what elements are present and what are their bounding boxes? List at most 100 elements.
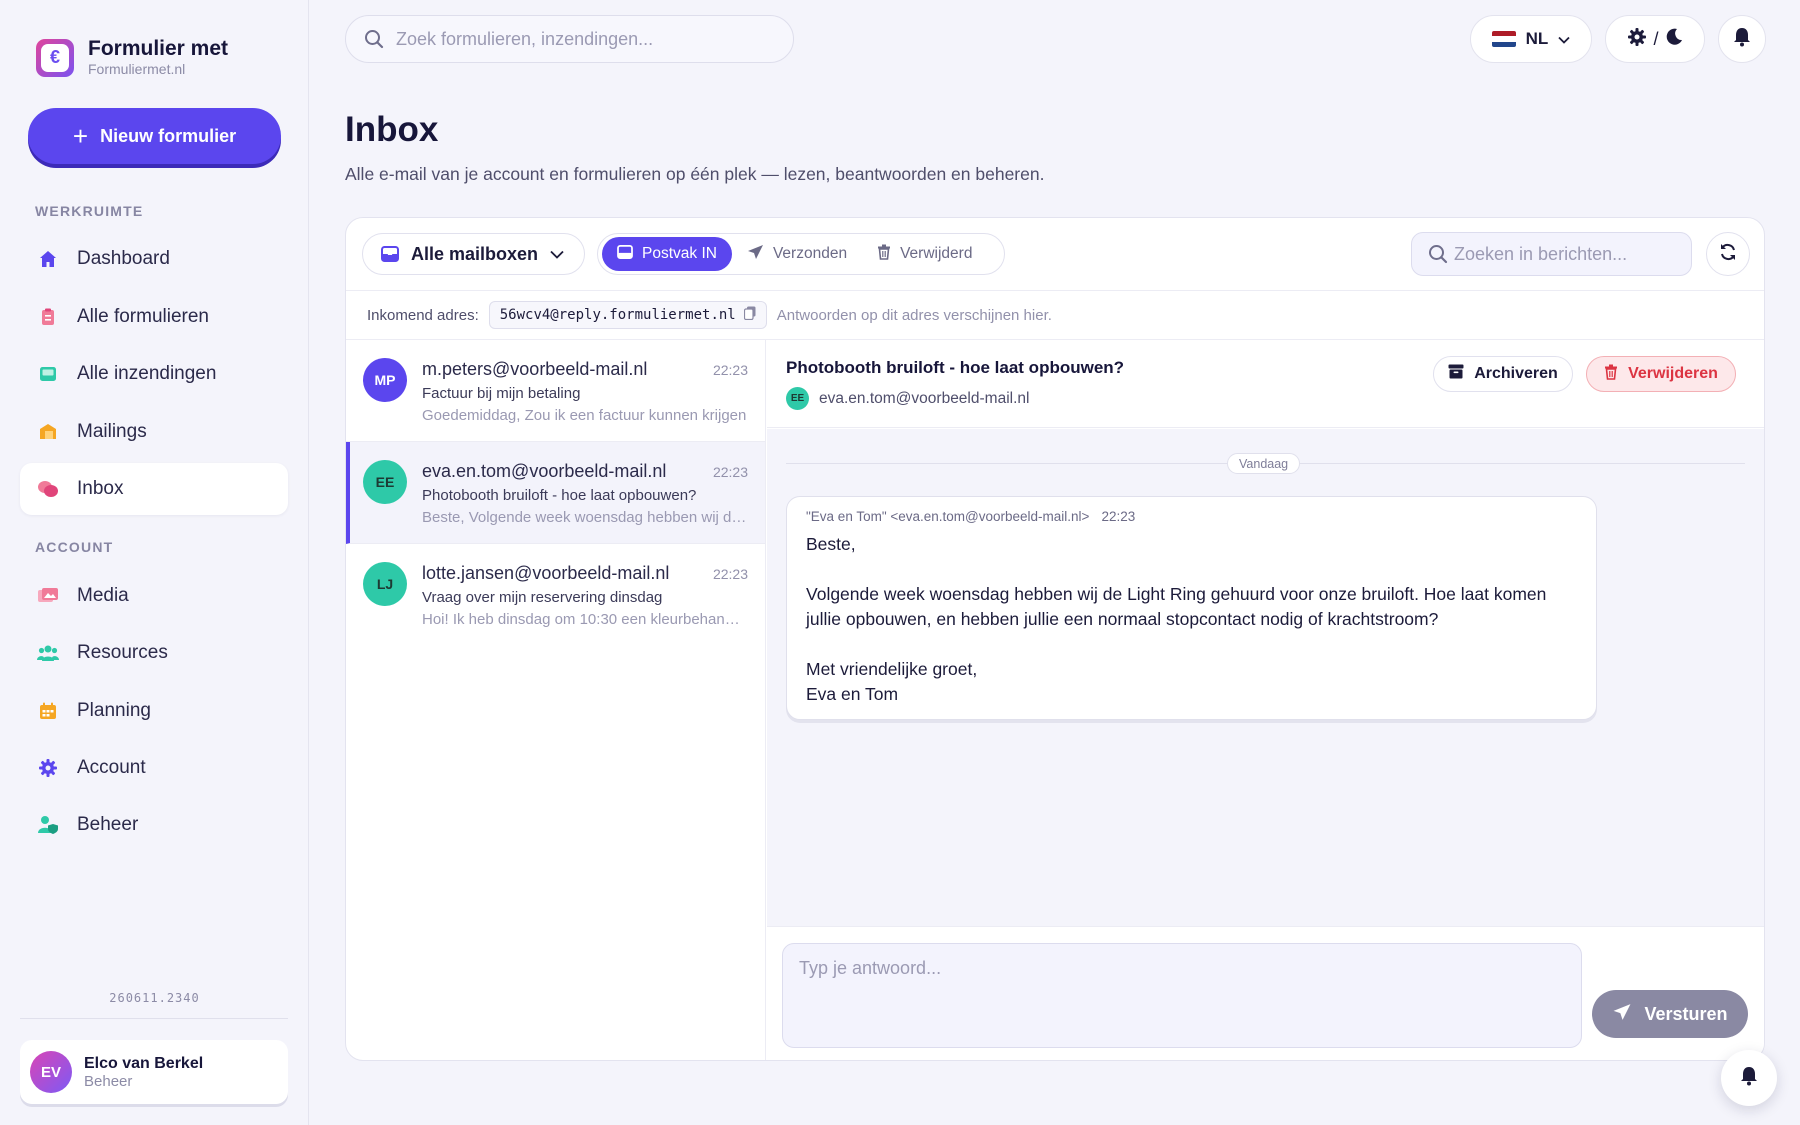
sidebar-item-mailings[interactable]: Mailings (20, 406, 288, 458)
bell-icon (1740, 1066, 1758, 1091)
sidebar-divider (20, 1018, 288, 1019)
sidebar-item-account[interactable]: Account (20, 742, 288, 794)
netherlands-flag-icon (1491, 31, 1516, 47)
archive-button[interactable]: Archiveren (1433, 356, 1573, 392)
global-search-input[interactable] (396, 28, 756, 50)
mailbox-select[interactable]: Alle mailboxen (362, 233, 585, 275)
reader-from-address: eva.en.tom@voorbeeld-mail.nl (819, 389, 1030, 407)
message-thread: Vandaag "Eva en Tom" <eva.en.tom@voorbee… (767, 429, 1764, 926)
send-button[interactable]: Versturen (1592, 990, 1748, 1038)
app-version: 260611.2340 (109, 991, 200, 1005)
language-code: NL (1525, 29, 1549, 48)
message-search-input[interactable] (1454, 243, 1674, 265)
users-group-icon (37, 642, 59, 664)
message-time: 22:23 (712, 362, 748, 378)
day-label: Vandaag (1227, 453, 1301, 474)
sidebar-item-dashboard[interactable]: Dashboard (20, 233, 288, 285)
delete-button[interactable]: Verwijderen (1586, 356, 1736, 392)
clipboard-icon (37, 306, 59, 328)
inbox-tray-icon (37, 363, 59, 385)
message-subject: Vraag over mijn reservering dinsdag (422, 589, 663, 606)
incoming-address[interactable]: 56wcv4@reply.formuliermet.nl (488, 301, 767, 329)
sidebar-item-label: Media (77, 585, 129, 606)
chat-bubbles-icon (37, 478, 59, 500)
sidebar-item-beheer[interactable]: Beheer (20, 799, 288, 851)
home-icon (37, 248, 59, 270)
mailbox-select-value: Alle mailboxen (411, 243, 539, 264)
refresh-button[interactable] (1706, 232, 1750, 276)
tab-verzonden[interactable]: Verzonden (732, 237, 862, 271)
sidebar-item-label: Account (77, 757, 146, 778)
list-item[interactable]: LJ lotte.jansen@voorbeeld-mail.nl 22:23 … (346, 544, 765, 646)
inbox-tray-icon (381, 246, 399, 262)
tab-label: Verzonden (772, 245, 848, 262)
tab-postvak-in[interactable]: Postvak IN (602, 237, 732, 271)
folder-tabs: Postvak IN Verzonden Verwijderd (597, 233, 1005, 275)
trash-icon (877, 244, 891, 265)
new-form-button[interactable]: + Nieuw formulier (28, 108, 281, 164)
reply-textarea[interactable] (782, 943, 1582, 1048)
trash-icon (1604, 364, 1618, 385)
incoming-address-label: Inkomend adres: (367, 306, 479, 324)
message-subject: Photobooth bruiloft - hoe laat opbouwen? (422, 487, 697, 504)
mail-package-icon (37, 421, 59, 443)
inbox-tray-icon (617, 244, 633, 264)
reading-pane: Photobooth bruiloft - hoe laat opbouwen?… (767, 340, 1764, 1060)
message-list: MP m.peters@voorbeeld-mail.nl 22:23 Fact… (346, 340, 766, 1060)
avatar: EV (30, 1051, 72, 1093)
sidebar-item-media[interactable]: Media (20, 570, 288, 622)
message-bubble: "Eva en Tom" <eva.en.tom@voorbeeld-mail.… (786, 496, 1597, 720)
search-icon (1428, 244, 1448, 264)
bubble-line: Volgende week woensdag hebben wij de Lig… (806, 584, 1547, 629)
sun-gear-icon (1627, 27, 1647, 52)
sidebar-item-alle-inzendingen[interactable]: Alle inzendingen (20, 348, 288, 400)
user-name: Elco van Berkel (84, 1054, 204, 1072)
sidebar-item-label: Alle inzendingen (77, 363, 217, 384)
user-card[interactable]: EV Elco van Berkel Beheer (20, 1040, 288, 1104)
floating-notifications-button[interactable] (1721, 1050, 1777, 1106)
message-preview: Goedemiddag, Zou ik een factuur kunnen k… (422, 407, 747, 424)
brand-name: Formulier met (88, 37, 229, 60)
sidebar-item-inbox[interactable]: Inbox (20, 463, 288, 515)
user-shield-icon (37, 814, 59, 836)
tab-label: Postvak IN (642, 245, 717, 262)
gear-icon (37, 757, 59, 779)
message-time: 22:23 (712, 566, 748, 582)
list-item[interactable]: MP m.peters@voorbeeld-mail.nl 22:23 Fact… (346, 340, 765, 442)
sidebar-item-label: Inbox (77, 478, 124, 499)
theme-toggle[interactable]: / (1605, 15, 1705, 63)
message-search (1411, 232, 1692, 276)
brand[interactable]: € Formulier met Formuliermet.nl (36, 37, 228, 78)
avatar: EE (786, 387, 809, 410)
tab-verwijderd[interactable]: Verwijderd (862, 237, 987, 271)
sidebar-item-label: Beheer (77, 814, 139, 835)
section-label-workspace: WERKRUIMTE (35, 203, 144, 219)
page-title: Inbox (345, 110, 439, 149)
copy-icon[interactable] (743, 306, 756, 324)
brand-domain: Formuliermet.nl (88, 61, 186, 77)
calendar-icon (37, 700, 59, 722)
sidebar-item-label: Alle formulieren (77, 306, 209, 327)
mail-panel: Alle mailboxen Postvak IN Verzonden Verw… (345, 217, 1765, 1061)
message-from: eva.en.tom@voorbeeld-mail.nl (422, 461, 667, 481)
tab-label: Verwijderd (900, 245, 973, 262)
message-from: m.peters@voorbeeld-mail.nl (422, 359, 648, 379)
message-time: 22:23 (712, 464, 748, 480)
sidebar-item-alle-formulieren[interactable]: Alle formulieren (20, 291, 288, 343)
bubble-line: Beste, (806, 534, 856, 554)
list-item[interactable]: EE eva.en.tom@voorbeeld-mail.nl 22:23 Ph… (346, 442, 765, 544)
notifications-button[interactable] (1718, 15, 1766, 63)
bubble-line: Met vriendelijke groet, (806, 659, 978, 679)
bubble-sender: "Eva en Tom" <eva.en.tom@voorbeeld-mail.… (806, 509, 1090, 524)
bubble-line (806, 632, 1577, 657)
sidebar-item-planning[interactable]: Planning (20, 685, 288, 737)
incoming-address-value: 56wcv4@reply.formuliermet.nl (499, 307, 736, 323)
language-selector[interactable]: NL (1470, 15, 1592, 63)
sidebar-item-resources[interactable]: Resources (20, 627, 288, 679)
paper-plane-icon (747, 244, 764, 265)
reply-composer: Versturen (767, 926, 1764, 1060)
bell-icon (1733, 27, 1751, 52)
avatar: LJ (363, 562, 407, 606)
search-icon (364, 29, 384, 49)
avatar: MP (363, 358, 407, 402)
